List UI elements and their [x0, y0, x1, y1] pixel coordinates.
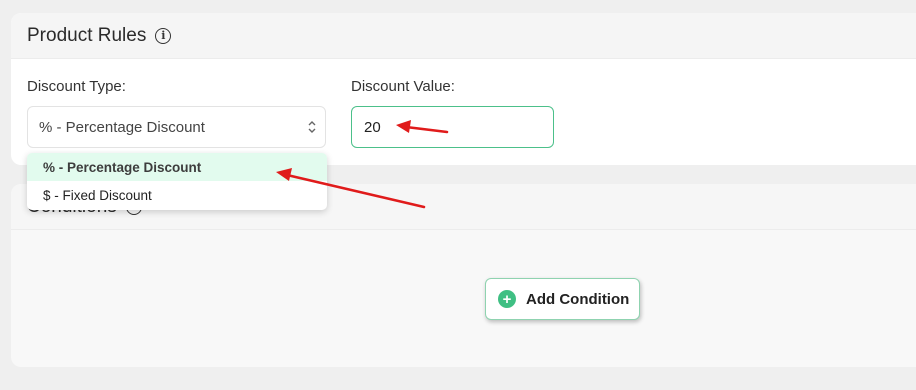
annotation-arrow-option — [276, 168, 426, 209]
annotation-arrows — [276, 120, 449, 209]
annotation-arrow-value — [396, 120, 449, 134]
